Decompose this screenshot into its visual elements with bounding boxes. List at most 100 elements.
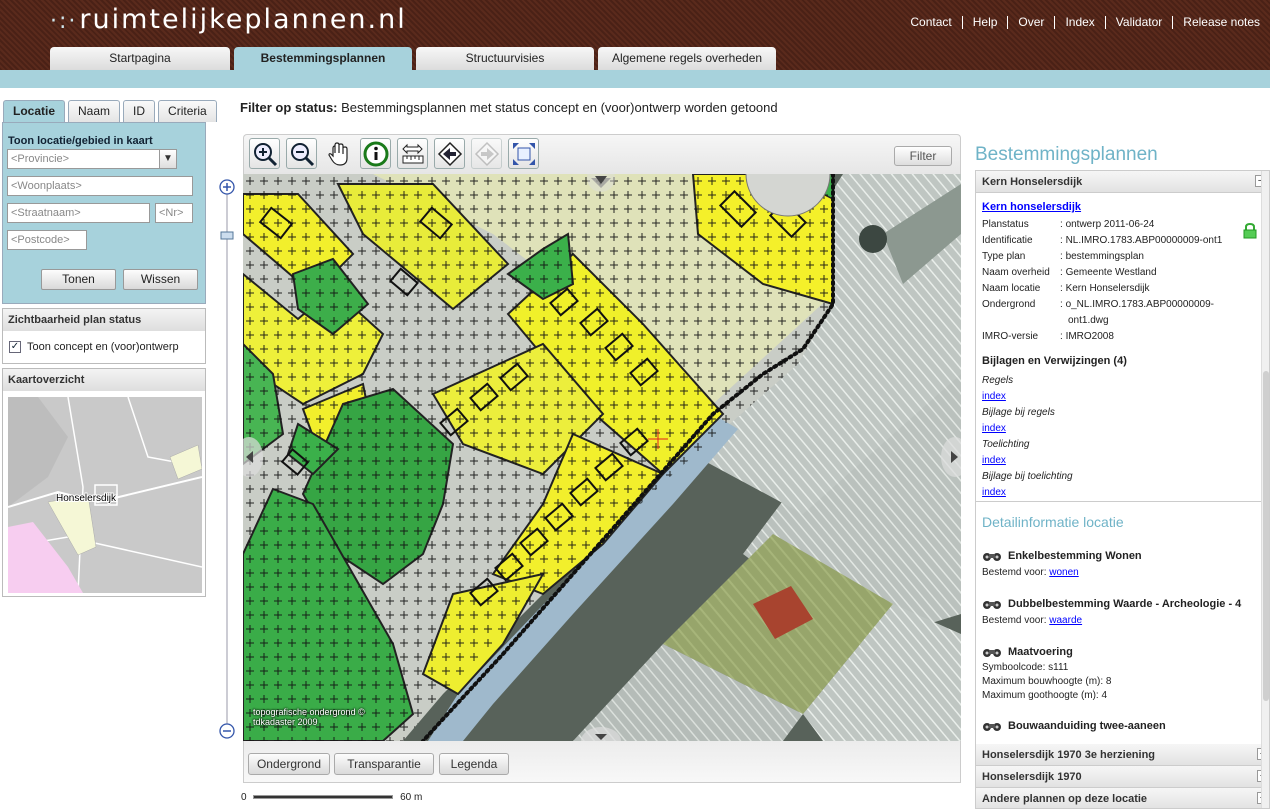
nav-link-validator[interactable]: Validator: [1104, 16, 1172, 29]
measure-icon[interactable]: [397, 138, 428, 169]
detail-row: Type plan bestemmingsplan: [982, 249, 1263, 265]
province-select[interactable]: <Provincie> ▼: [7, 149, 177, 169]
clear-button[interactable]: Wissen: [123, 269, 198, 290]
tab-bestemmingsplannen[interactable]: Bestemmingsplannen: [234, 47, 412, 70]
nav-link-release-notes[interactable]: Release notes: [1172, 16, 1270, 29]
previous-extent-icon[interactable]: [434, 138, 465, 169]
attachment-link[interactable]: index: [982, 453, 1263, 469]
scrollbar-thumb[interactable]: [1263, 371, 1269, 701]
sub-bar: [0, 70, 1270, 88]
overview-place-label: Honselersdijk: [56, 493, 117, 504]
attachment-link[interactable]: index: [982, 485, 1263, 501]
province-select-value: <Provincie>: [11, 153, 70, 165]
detail-line: Maximum goothoogte (m): 4: [982, 690, 1108, 701]
plan-link[interactable]: Kern honselersdijk: [982, 201, 1263, 213]
overview-title: Kaartoverzicht: [3, 369, 205, 391]
detail-key: Planstatus: [982, 219, 1029, 230]
map-copyright-line1: topografische ondergrond ©: [253, 707, 365, 717]
detail-info-title: Detailinformatie locatie: [982, 514, 1124, 530]
plan-header-kern-honselersdijk[interactable]: Kern Honselersdijk −: [976, 171, 1269, 193]
detail-value: bestemmingsplan: [1060, 249, 1250, 265]
detail-value: NL.IMRO.1783.ABP00000009-ont1: [1060, 233, 1250, 249]
info-icon[interactable]: [360, 138, 391, 169]
attachment-name: Regels: [982, 375, 1014, 386]
detail-line: Symboolcode: s111: [982, 662, 1069, 673]
plan-header-label: Andere plannen op deze locatie: [982, 793, 1148, 805]
zoom-in-icon[interactable]: [249, 138, 280, 169]
plan-header-honselersdijk-1970[interactable]: Honselersdijk 1970+: [976, 766, 1269, 788]
other-plans-list: Honselersdijk 1970 3e herziening+ Honsel…: [976, 744, 1269, 808]
nav-link-contact[interactable]: Contact: [900, 16, 961, 29]
detail-line-link[interactable]: wonen: [1049, 567, 1078, 578]
detail-line-link[interactable]: waarde: [1049, 615, 1082, 626]
detail-key: Naam overheid: [982, 267, 1050, 278]
attachment-link[interactable]: index: [982, 389, 1263, 405]
location-title: Toon locatie/gebied in kaart: [8, 135, 153, 147]
attachment-name: Toelichting: [982, 439, 1030, 450]
tab-naam[interactable]: Naam: [68, 100, 121, 122]
lock-icon: [1243, 223, 1257, 239]
detail-value: ontwerp 2011-06-24: [1060, 217, 1250, 233]
zoom-out-icon[interactable]: [286, 138, 317, 169]
map-bottom-bar: Ondergrond Transparantie Legenda: [243, 741, 961, 783]
woonplaats-input[interactable]: <Woonplaats>: [7, 176, 193, 196]
plans-panel: Kern Honselersdijk − Kern honselersdijk …: [975, 170, 1270, 809]
chevron-down-icon[interactable]: ▼: [159, 150, 176, 168]
detail-key: Identificatie: [982, 235, 1033, 246]
legenda-button[interactable]: Legenda: [439, 753, 509, 775]
nav-link-over[interactable]: Over: [1007, 16, 1054, 29]
detail-value: o_NL.IMRO.1783.ABP00000009-ont1.dwg: [1060, 297, 1230, 329]
postcode-input[interactable]: <Postcode>: [7, 230, 87, 250]
ondergrond-button[interactable]: Ondergrond: [248, 753, 330, 775]
attachment-name: Bijlage bij regels: [982, 407, 1055, 418]
detail-row: Naam overheid Gemeente Westland: [982, 265, 1263, 281]
binoculars-icon: [983, 552, 1001, 561]
detail-block-title: Bouwaanduiding twee-aaneen: [1008, 720, 1166, 732]
tab-locatie[interactable]: Locatie: [3, 100, 66, 122]
detail-key: Naam locatie: [982, 283, 1041, 294]
map-copyright: topografische ondergrond © tdkadaster 20…: [253, 707, 365, 727]
visibility-checkbox-label[interactable]: Toon concept en (voor)ontwerp: [27, 341, 179, 353]
tab-algemene-regels[interactable]: Algemene regels overheden: [598, 47, 776, 70]
tab-structuurvisies[interactable]: Structuurvisies: [416, 47, 594, 70]
visibility-row: ✓ Toon concept en (voor)ontwerp: [9, 341, 179, 353]
detail-block-title: Maatvoering: [1008, 646, 1073, 658]
next-extent-icon[interactable]: [471, 138, 502, 169]
straatnaam-input[interactable]: <Straatnaam>: [7, 203, 150, 223]
zoom-slider[interactable]: [218, 178, 236, 742]
detail-row: Naam locatie Kern Honselersdijk: [982, 281, 1263, 297]
plan-map[interactable]: topografische ondergrond © tdkadaster 20…: [243, 174, 961, 741]
plan-header-honselersdijk-1970-3e[interactable]: Honselersdijk 1970 3e herziening+: [976, 744, 1269, 766]
transparantie-button[interactable]: Transparantie: [334, 753, 434, 775]
tab-startpagina[interactable]: Startpagina: [50, 47, 230, 70]
overview-panel: Kaartoverzicht Honselersdijk: [2, 368, 206, 597]
site-logo[interactable]: ·:·ruimtelijkeplannen.nl: [50, 4, 407, 35]
scale-end: 60 m: [400, 792, 423, 803]
detail-info-section: Detailinformatie locatie Enkelbestemming…: [976, 501, 1269, 743]
attachment-name: Bijlage bij toelichting: [982, 471, 1073, 482]
nav-link-help[interactable]: Help: [961, 16, 1008, 29]
nav-link-index[interactable]: Index: [1054, 16, 1104, 29]
detail-row: Identificatie NL.IMRO.1783.ABP00000009-on…: [982, 233, 1263, 249]
map-filter-button[interactable]: Filter: [894, 146, 952, 166]
plan-header-andere-plannen[interactable]: Andere plannen op deze locatie+: [976, 788, 1269, 808]
attachments-title: Bijlagen en Verwijzingen (4): [982, 355, 1127, 367]
tab-id[interactable]: ID: [123, 100, 156, 122]
show-button[interactable]: Tonen: [41, 269, 116, 290]
detail-block-title: Enkelbestemming Wonen: [1008, 550, 1142, 562]
full-extent-icon[interactable]: [508, 138, 539, 169]
overview-map[interactable]: Honselersdijk: [8, 397, 202, 593]
detail-key: Ondergrond: [982, 299, 1036, 310]
detail-block: Enkelbestemming Wonen Bestemd voor: wone…: [982, 550, 1263, 581]
location-search-panel: Toon locatie/gebied in kaart <Provincie>…: [2, 122, 206, 304]
tab-criteria[interactable]: Criteria: [158, 100, 217, 122]
attachment-link[interactable]: index: [982, 421, 1263, 437]
checkbox-checked[interactable]: ✓: [9, 341, 21, 353]
huisnummer-input[interactable]: <Nr>: [155, 203, 193, 223]
visibility-panel: Zichtbaarheid plan status ✓ Toon concept…: [2, 308, 206, 364]
scale-start: 0: [241, 792, 247, 803]
filter-description: Bestemmingsplannen met status concept en…: [341, 100, 778, 115]
pan-hand-icon[interactable]: [323, 138, 354, 169]
detail-value: Kern Honselersdijk: [1060, 281, 1250, 297]
panel-scrollbar[interactable]: [1261, 171, 1269, 808]
